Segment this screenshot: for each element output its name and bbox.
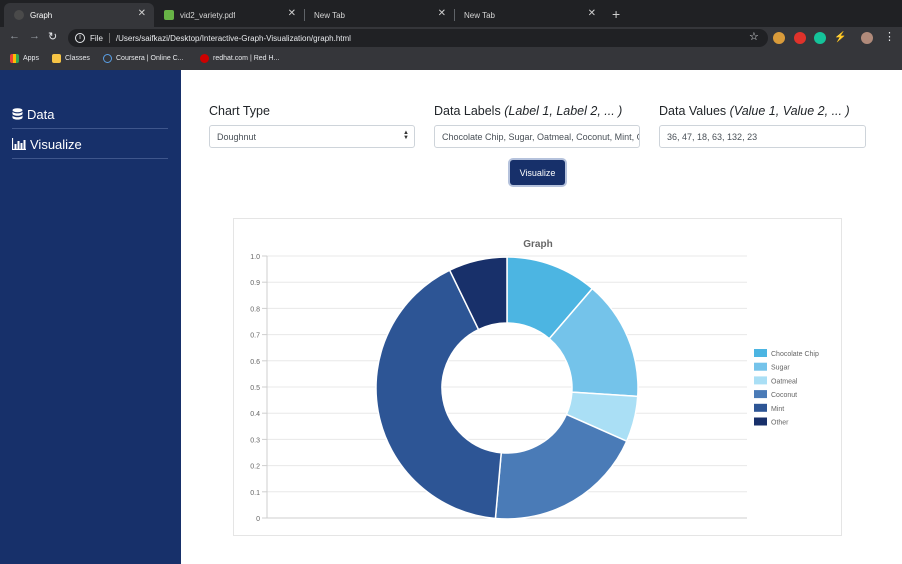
chart-title: Graph	[523, 239, 552, 250]
tab-title: New Tab	[464, 10, 495, 20]
legend-label: Mint	[771, 406, 784, 413]
legend-label: Coconut	[771, 392, 797, 399]
bookmark-label: redhat.com | Red H...	[213, 55, 280, 62]
profile-avatar[interactable]	[861, 32, 873, 44]
folder-icon	[52, 54, 61, 63]
tab-title: Graph	[30, 10, 53, 20]
sidebar: Data Visualize	[0, 70, 181, 564]
close-icon[interactable]: ✕	[138, 8, 146, 19]
legend-label: Oatmeal	[771, 378, 798, 385]
y-tick-label: 0.5	[250, 385, 260, 392]
bookmark-coursera[interactable]: Coursera | Online C...	[103, 54, 184, 63]
sidebar-item-visualize[interactable]: Visualize	[12, 130, 168, 159]
main-content: Chart Type Doughnut ▲ ▼ Data Labels (Labe…	[181, 70, 902, 564]
close-icon[interactable]: ✕	[588, 8, 596, 19]
browser-tab[interactable]: New Tab ✕	[304, 3, 454, 27]
forward-icon[interactable]: →	[29, 30, 40, 42]
legend-swatch	[754, 390, 767, 399]
legend-label: Other	[771, 420, 789, 427]
new-tab-icon[interactable]: +	[612, 6, 620, 22]
legend-label: Sugar	[771, 365, 790, 372]
visualize-button[interactable]: Visualize	[510, 160, 565, 185]
menu-icon[interactable]: ⋮	[884, 30, 895, 43]
back-icon[interactable]: ←	[9, 30, 20, 42]
select-arrows-icon: ▲ ▼	[403, 130, 409, 141]
reload-icon[interactable]: ↻	[48, 30, 57, 43]
y-tick-label: 0.6	[250, 359, 260, 366]
data-labels-input[interactable]: Chocolate Chip, Sugar, Oatmeal, Coconut,…	[434, 125, 640, 148]
coursera-icon	[103, 54, 112, 63]
chart-type-value: Doughnut	[217, 131, 257, 142]
data-values-label: Data Values (Value 1, Value 2, ... )	[659, 104, 850, 118]
legend-swatch	[754, 349, 767, 357]
sidebar-item-label: Visualize	[30, 136, 82, 152]
legend-swatch	[754, 376, 767, 385]
globe-icon	[14, 10, 24, 20]
bookmark-label: Apps	[23, 55, 39, 62]
legend-swatch	[754, 417, 767, 426]
browser-tab[interactable]: Graph ✕	[4, 3, 154, 27]
y-tick-label: 0.7	[250, 333, 260, 340]
browser-tab[interactable]: vid2_variety.pdf ✕	[154, 3, 304, 27]
chart-type-select[interactable]: Doughnut ▲ ▼	[209, 125, 415, 148]
browser-toolbar: ← → ↻ i File /Users/saifkazi/Desktop/Int…	[0, 27, 902, 49]
address-protocol: File	[90, 33, 103, 43]
y-tick-label: 0	[256, 516, 260, 523]
bookmark-label: Classes	[65, 55, 90, 62]
bar-chart-icon	[12, 138, 26, 150]
address-divider	[108, 33, 110, 43]
sidebar-item-data[interactable]: Data	[12, 100, 168, 129]
close-icon[interactable]: ✕	[438, 8, 446, 19]
address-bar[interactable]: i File /Users/saifkazi/Desktop/Interacti…	[68, 29, 768, 47]
y-tick-label: 0.1	[250, 490, 260, 497]
legend-swatch	[754, 403, 767, 412]
adblock-extension-icon[interactable]	[794, 32, 806, 44]
y-tick-label: 1.0	[250, 254, 260, 261]
grammarly-extension-icon[interactable]	[814, 32, 826, 44]
bookmarks-bar: Apps Classes Coursera | Online C... redh…	[0, 49, 902, 71]
y-tick-label: 0.2	[250, 464, 260, 471]
bookmark-star-icon[interactable]: ☆	[749, 30, 759, 43]
extension-icon[interactable]: ⚡	[834, 32, 846, 44]
data-labels-value: Chocolate Chip, Sugar, Oatmeal, Coconut,…	[442, 131, 640, 142]
sidebar-item-label: Data	[27, 106, 55, 122]
info-icon[interactable]: i	[75, 33, 85, 43]
doughnut-chart: Graph 0 0.1 0.2 0.3 0.4 0.5 0.6 0.7 0.8 0.9 1.0 Choc…	[250, 239, 819, 523]
y-tick-label: 0.8	[250, 306, 260, 313]
legend-label: Chocolate Chip	[771, 351, 819, 358]
browser-tab[interactable]: New Tab ✕	[454, 3, 604, 27]
data-values-input[interactable]: 36, 47, 18, 63, 132, 23	[659, 125, 866, 148]
chart-card: Graph 0 0.1 0.2 0.3 0.4 0.5 0.6 0.7 0.8 0.9 1.0 Choc…	[233, 218, 842, 536]
redhat-icon	[200, 54, 209, 63]
bookmark-classes[interactable]: Classes	[52, 54, 90, 63]
y-tick-label: 0.3	[250, 437, 260, 444]
y-tick-label: 0.9	[250, 280, 260, 287]
legend-swatch	[754, 362, 767, 371]
bookmark-redhat[interactable]: redhat.com | Red H...	[200, 54, 279, 63]
y-tick-label: 0.4	[250, 411, 260, 418]
bookmark-apps[interactable]: Apps	[10, 54, 39, 63]
apps-grid-icon	[10, 54, 19, 63]
browser-tab-bar: Graph ✕ vid2_variety.pdf ✕ New Tab ✕ New…	[0, 0, 902, 27]
chart-type-label: Chart Type	[209, 104, 270, 118]
bookmark-label: Coursera | Online C...	[116, 55, 184, 62]
database-icon	[12, 107, 23, 121]
tab-title: New Tab	[314, 10, 345, 20]
cookie-extension-icon[interactable]	[773, 32, 785, 44]
tab-title: vid2_variety.pdf	[180, 10, 236, 20]
close-icon[interactable]: ✕	[288, 8, 296, 19]
data-labels-label: Data Labels (Label 1, Label 2, ... )	[434, 104, 623, 118]
address-url: /Users/saifkazi/Desktop/Interactive-Grap…	[115, 33, 351, 43]
pdf-icon	[164, 10, 174, 20]
data-values-value: 36, 47, 18, 63, 132, 23	[667, 131, 758, 142]
